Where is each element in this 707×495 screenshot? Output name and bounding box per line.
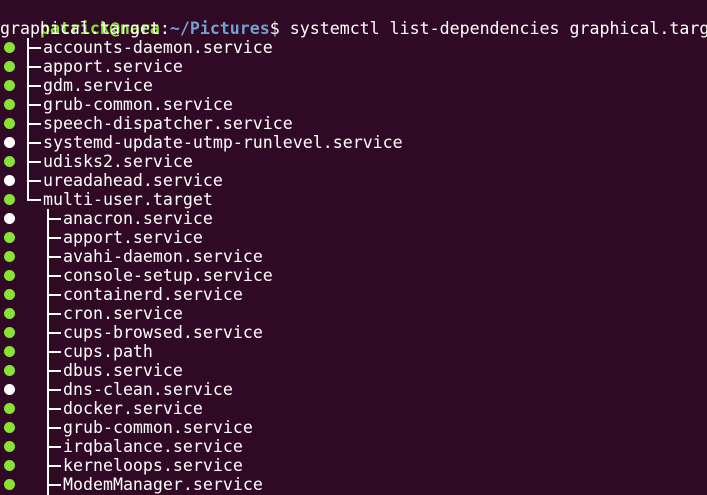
tree-branch-connector: [47, 446, 61, 448]
tree-branch-connector: [27, 142, 41, 144]
tree-branch-connector: [47, 275, 61, 277]
unit-label: cups.path: [63, 342, 153, 361]
status-inactive-dot-icon: [4, 175, 15, 186]
status-active-dot-icon: [4, 365, 15, 376]
command-text: systemctl list-dependencies graphical.ta…: [289, 19, 707, 38]
unit-label: multi-user.target: [43, 190, 213, 209]
tree-trunk-level-1: [27, 38, 29, 200]
tree-branch-connector: [27, 85, 41, 87]
unit-label: cups-browsed.service: [63, 323, 263, 342]
tree-branch-connector: [47, 332, 61, 334]
unit-label: grub-common.service: [43, 95, 233, 114]
status-inactive-dot-icon: [4, 213, 15, 224]
status-inactive-dot-icon: [4, 137, 15, 148]
status-active-dot-icon: [4, 42, 15, 53]
status-active-dot-icon: [4, 460, 15, 471]
unit-label: grub-common.service: [63, 418, 253, 437]
status-active-dot-icon: [4, 308, 15, 319]
unit-label: udisks2.service: [43, 152, 193, 171]
tree-branch-connector: [27, 199, 41, 201]
tree-branch-connector: [47, 256, 61, 258]
unit-label: apport.service: [63, 228, 203, 247]
prompt-separator: :: [159, 19, 170, 38]
root-unit: graphical.target: [0, 19, 160, 38]
status-active-dot-icon: [4, 61, 15, 72]
status-active-dot-icon: [4, 346, 15, 357]
prompt-symbol: $: [269, 19, 290, 38]
tree-branch-connector: [47, 313, 61, 315]
tree-branch-connector: [27, 161, 41, 163]
status-active-dot-icon: [4, 156, 15, 167]
tree-branch-connector: [47, 389, 61, 391]
unit-label: containerd.service: [63, 285, 243, 304]
unit-label: docker.service: [63, 399, 203, 418]
unit-label: gdm.service: [43, 76, 153, 95]
tree-branch-connector: [47, 370, 61, 372]
status-active-dot-icon: [4, 270, 15, 281]
unit-label: anacron.service: [63, 209, 213, 228]
tree-branch-connector: [27, 180, 41, 182]
status-active-dot-icon: [4, 232, 15, 243]
status-active-dot-icon: [4, 327, 15, 338]
status-active-dot-icon: [4, 403, 15, 414]
tree-branch-connector: [47, 408, 61, 410]
unit-label: cron.service: [63, 304, 183, 323]
unit-label: apport.service: [43, 57, 183, 76]
status-active-dot-icon: [4, 80, 15, 91]
tree-branch-connector: [27, 66, 41, 68]
status-active-dot-icon: [4, 479, 15, 490]
tree-branch-connector: [27, 104, 41, 106]
tree-branch-connector: [47, 218, 61, 220]
unit-label: ureadahead.service: [43, 171, 223, 190]
unit-label: irqbalance.service: [63, 437, 243, 456]
terminal-window[interactable]: patrick@nara:~/Pictures$ systemctl list-…: [0, 0, 707, 495]
tree-branch-connector: [27, 47, 41, 49]
status-active-dot-icon: [4, 99, 15, 110]
tree-trunk-level-2: [47, 209, 49, 495]
unit-label: ModemManager.service: [63, 475, 263, 494]
status-active-dot-icon: [4, 289, 15, 300]
status-active-dot-icon: [4, 422, 15, 433]
tree-branch-connector: [47, 351, 61, 353]
unit-label: speech-dispatcher.service: [43, 114, 293, 133]
tree-branch-connector: [47, 427, 61, 429]
tree-branch-connector: [47, 294, 61, 296]
prompt-path: ~/Pictures: [169, 19, 270, 38]
status-active-dot-icon: [4, 194, 15, 205]
tree-branch-connector: [47, 484, 61, 486]
unit-label: kerneloops.service: [63, 456, 243, 475]
unit-label: console-setup.service: [63, 266, 273, 285]
unit-label: accounts-daemon.service: [43, 38, 273, 57]
unit-label: dbus.service: [63, 361, 183, 380]
tree-branch-connector: [47, 465, 61, 467]
tree-branch-connector: [47, 237, 61, 239]
prompt-line: patrick@nara:~/Pictures$ systemctl list-…: [0, 0, 707, 38]
status-active-dot-icon: [4, 441, 15, 452]
unit-label: avahi-daemon.service: [63, 247, 263, 266]
status-inactive-dot-icon: [4, 384, 15, 395]
tree-branch-connector: [27, 123, 41, 125]
unit-label: systemd-update-utmp-runlevel.service: [43, 133, 403, 152]
status-active-dot-icon: [4, 251, 15, 262]
status-active-dot-icon: [4, 118, 15, 129]
unit-label: dns-clean.service: [63, 380, 233, 399]
